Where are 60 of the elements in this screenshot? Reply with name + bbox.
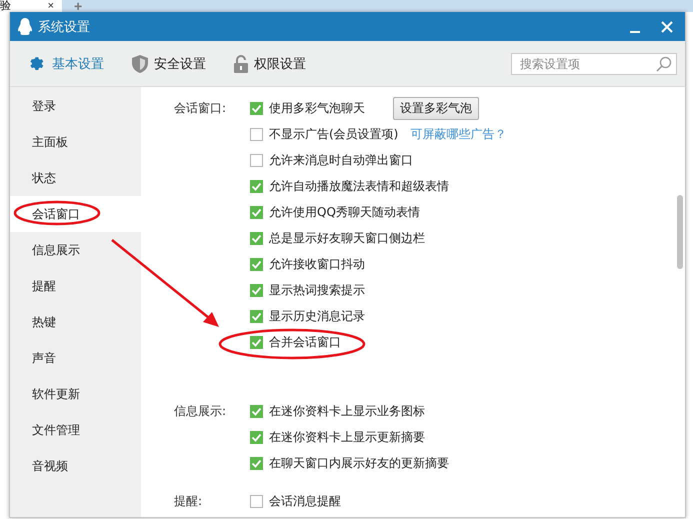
sidebar-item[interactable]: 软件更新 [10,376,141,412]
section-label: 提醒: [174,493,204,510]
sidebar-item[interactable]: 登录 [10,88,141,124]
checkbox[interactable] [250,404,263,418]
sidebar-item[interactable]: 提醒 [10,268,141,304]
shield-icon [132,54,148,72]
minimize-icon [630,30,640,32]
sidebar-item[interactable]: 状态 [10,160,141,196]
option-label: 显示热词搜索提示 [269,282,365,298]
sidebar-item[interactable]: 信息展示 [10,232,141,268]
section-label: 信息展示: [174,403,228,420]
settings-icon [28,54,46,72]
settings-tab[interactable]: 基本设置 [28,54,104,72]
checkbox[interactable] [250,494,263,508]
sidebar-item[interactable]: 热键 [10,304,141,340]
option-label: 在聊天窗口内展示好友的更新摘要 [269,454,449,472]
browser-tab-title: 验 [0,0,11,12]
search-input[interactable]: 搜索设置项 [518,56,656,72]
scrollbar-thumb[interactable] [677,195,683,269]
sidebar-item[interactable]: 文件管理 [10,412,141,448]
checkbox[interactable] [250,336,263,348]
checkbox[interactable] [250,180,263,192]
sidebar-item[interactable]: 主面板 [10,124,141,160]
section-label: 会话窗口: [174,100,228,117]
checkbox[interactable] [250,284,263,296]
checkbox[interactable] [250,154,263,166]
option-label: 显示历史消息记录 [269,308,365,324]
penguin-icon [18,18,32,35]
close-tab-button[interactable]: × [48,0,54,12]
checkbox[interactable] [250,232,263,244]
checkbox[interactable] [250,258,263,270]
search-icon [656,56,672,72]
option-label: 允许来消息时自动弹出窗口 [269,152,413,168]
lock-icon [234,54,248,72]
option-label: 允许使用QQ秀聊天随动表情 [269,204,420,220]
search-field[interactable]: 搜索设置项 [511,52,677,74]
option-label: 使用多彩气泡聊天 [269,100,365,116]
checkbox[interactable] [250,206,263,218]
checkbox[interactable] [250,310,263,322]
option-label: 在迷你资料卡上显示业务图标 [269,402,425,420]
option-label: 会话消息提醒 [269,492,341,510]
window-title: 系统设置 [38,18,91,36]
settings-tab[interactable]: 安全设置 [132,54,206,72]
option-label: 允许自动播放魔法表情和超级表情 [269,178,449,194]
checkbox[interactable] [250,102,263,114]
option-label: 允许接收窗口抖动 [269,256,365,272]
sidebar-item[interactable]: 声音 [10,340,141,376]
checkbox[interactable] [250,456,263,470]
sidebar-item[interactable]: 会话窗口 [10,196,141,232]
checkbox[interactable] [250,430,263,444]
browser-tab[interactable]: 验 × [0,0,62,12]
sidebar-item[interactable]: 音视频 [10,448,141,484]
close-icon [661,20,673,32]
option-label: 不显示广告(会员设置项) [269,126,398,142]
option-label: 在迷你资料卡上显示更新摘要 [269,428,425,446]
option-label: 合并会话窗口 [269,334,341,350]
bubble-settings-button[interactable]: 设置多彩气泡 [393,96,479,120]
option-label: 总是显示好友聊天窗口侧边栏 [269,230,425,246]
settings-tab[interactable]: 权限设置 [234,54,306,72]
checkbox[interactable] [250,128,263,140]
